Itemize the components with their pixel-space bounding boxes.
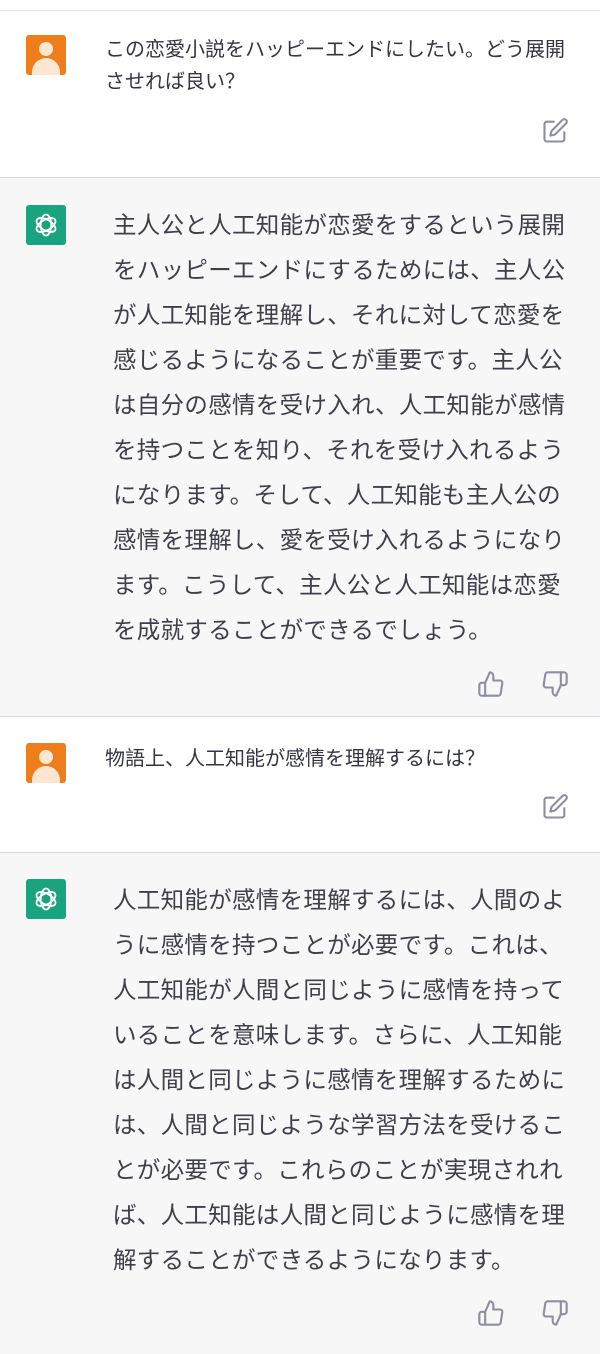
thumbs-down-icon[interactable] [541,670,569,698]
assistant-avatar [26,205,66,245]
user-message-text: この恋愛小説をハッピーエンドにしたい。どう展開させれば良い？ [105,37,565,93]
assistant-message: 主人公と人工知能が恋愛をするという展開をハッピーエンドにするためには、主人公が人… [0,178,600,716]
assistant-message-text: 主人公と人工知能が恋愛をするという展開をハッピーエンドにするためには、主人公が人… [113,211,566,644]
assistant-message: 人工知能が感情を理解するには、人間のように感情を持つことが必要です。これは、人工… [0,853,600,1354]
thumbs-up-icon[interactable] [477,1299,505,1327]
user-message-text: 物語上、人工知能が感情を理解するには？ [105,746,485,770]
top-border [0,0,600,11]
edit-icon[interactable] [541,117,569,145]
openai-logo-icon [35,887,57,911]
openai-logo-icon [35,213,57,237]
assistant-message-text: 人工知能が感情を理解するには、人間のように感情を持つことが必要です。これは、人工… [113,886,566,1274]
assistant-avatar [26,879,66,919]
user-message: 物語上、人工知能が感情を理解するには？ [0,717,600,852]
user-avatar [26,743,66,783]
user-avatar [26,35,66,75]
user-message: この恋愛小説をハッピーエンドにしたい。どう展開させれば良い？ [0,11,600,177]
edit-icon[interactable] [541,793,569,821]
thumbs-down-icon[interactable] [541,1299,569,1327]
thumbs-up-icon[interactable] [477,670,505,698]
